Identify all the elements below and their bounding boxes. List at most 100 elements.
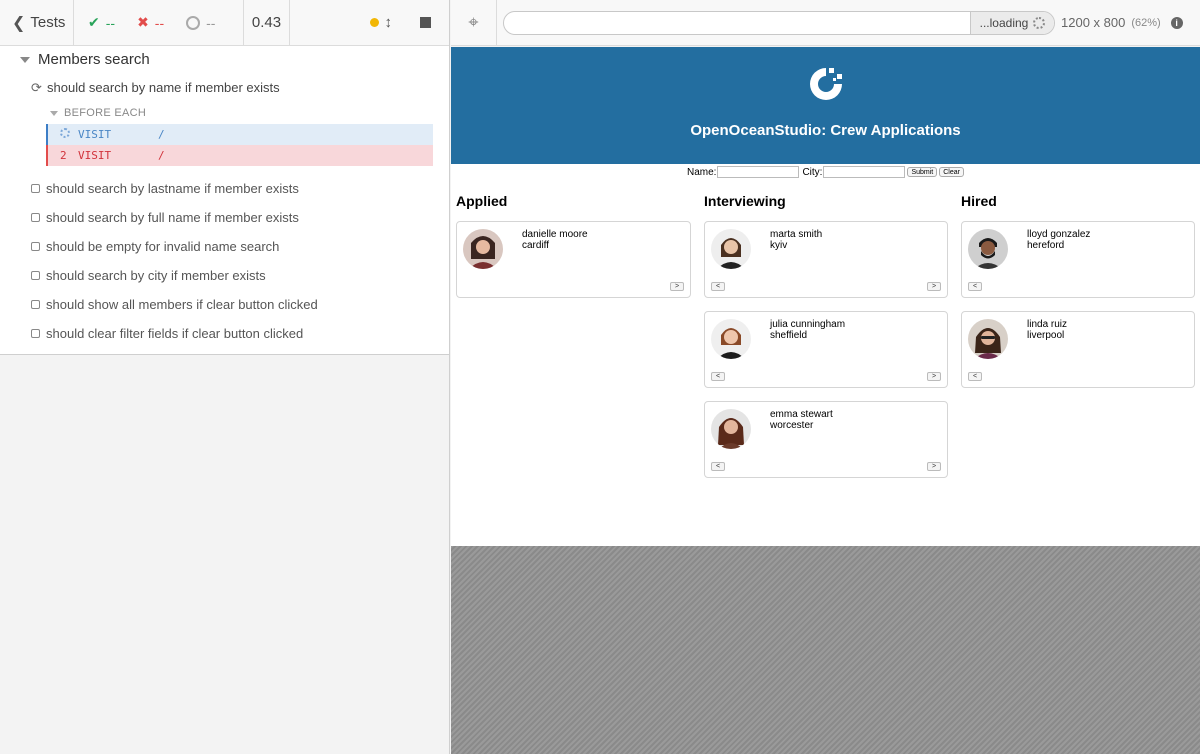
- filter-form: Name: City: Submit Clear: [451, 165, 1200, 179]
- test-title: should clear filter fields if clear butt…: [46, 326, 304, 341]
- command-arg: /: [158, 128, 165, 141]
- column-applied: Applied danielle moore cardiff >: [456, 193, 691, 311]
- member-name: julia cunningham: [770, 319, 846, 330]
- viewport-size: 1200 x 800: [1061, 15, 1126, 30]
- passed-stat: ✔ --: [88, 14, 115, 31]
- move-right-button[interactable]: >: [670, 282, 684, 291]
- column-title: Interviewing: [704, 193, 786, 209]
- column-title: Hired: [961, 193, 997, 209]
- move-left-button[interactable]: <: [968, 372, 982, 381]
- run-controls: ↕: [290, 0, 449, 46]
- suite-block: Members search ⟳ should search by name i…: [0, 46, 449, 355]
- move-right-button[interactable]: >: [927, 282, 941, 291]
- test-title: should show all members if clear button …: [46, 297, 318, 312]
- command-row[interactable]: VISIT /: [46, 124, 433, 145]
- test-item[interactable]: should search by lastname if member exis…: [0, 174, 449, 203]
- city-field[interactable]: [823, 166, 906, 178]
- move-left-button[interactable]: <: [711, 282, 725, 291]
- member-card: danielle moore cardiff >: [456, 221, 691, 298]
- tests-button[interactable]: ❮ Tests: [0, 0, 74, 46]
- suite-title[interactable]: Members search: [0, 46, 449, 73]
- app-title: OpenOceanStudio: Crew Applications: [690, 122, 961, 139]
- before-each-hook[interactable]: BEFORE EACH: [0, 102, 449, 124]
- member-info: linda ruiz liverpool: [1027, 319, 1067, 341]
- autoscroll-toggle[interactable]: ↕: [369, 14, 392, 31]
- name-field[interactable]: [717, 166, 800, 178]
- pending-box-icon: [31, 329, 40, 338]
- avatar: [463, 229, 503, 269]
- loading-spinner-icon: [1033, 16, 1046, 29]
- move-right-button[interactable]: >: [927, 462, 941, 471]
- command-number: 2: [60, 149, 67, 162]
- column-hired: Hired lloyd gonzalez hereford < linda ru…: [961, 193, 1195, 401]
- column-interviewing: Interviewing marta smith kyiv < > julia …: [704, 193, 948, 491]
- test-item[interactable]: should be empty for invalid name search: [0, 232, 449, 261]
- avatar: [711, 319, 751, 359]
- selector-playground-button[interactable]: ⌖: [451, 0, 497, 46]
- member-city: hereford: [1027, 240, 1065, 251]
- loading-indicator: ...loading: [970, 11, 1054, 34]
- duration: 0.43: [244, 0, 290, 46]
- move-right-button[interactable]: >: [927, 372, 941, 381]
- member-city: sheffield: [770, 330, 808, 341]
- chevron-left-icon: ❮: [12, 14, 26, 32]
- member-city: liverpool: [1027, 330, 1065, 341]
- test-item[interactable]: should clear filter fields if clear butt…: [0, 319, 449, 348]
- city-label: City:: [802, 166, 823, 178]
- url-input[interactable]: [504, 11, 970, 34]
- viewport-info[interactable]: 1200 x 800 (62%) i: [1061, 15, 1183, 30]
- test-item[interactable]: should show all members if clear button …: [0, 290, 449, 319]
- member-info: julia cunningham sheffield: [770, 319, 845, 341]
- app-under-test-panel: ⌖ ...loading 1200 x 800 (62%) i OpenOcea…: [451, 0, 1200, 754]
- member-info: lloyd gonzalez hereford: [1027, 229, 1090, 251]
- test-title: should be empty for invalid name search: [46, 239, 280, 254]
- hook-label: BEFORE EACH: [64, 107, 147, 119]
- pending-count: --: [206, 14, 216, 31]
- pending-circle-icon: [186, 15, 201, 30]
- viewport-backdrop: [451, 546, 1200, 754]
- avatar: [711, 409, 751, 449]
- reporter-header: ❮ Tests ✔ -- ✖ -- -- 0.43 ↕: [0, 0, 449, 46]
- avatar: [968, 229, 1008, 269]
- viewport-scale: (62%): [1131, 16, 1161, 29]
- member-city: kyiv: [770, 240, 788, 251]
- move-left-button[interactable]: <: [711, 372, 725, 381]
- pending-box-icon: [31, 213, 40, 222]
- loading-spinner-icon: [60, 128, 70, 138]
- failed-count: --: [154, 14, 165, 31]
- app-banner: OpenOceanStudio: Crew Applications: [451, 47, 1200, 164]
- reporter-panel: ❮ Tests ✔ -- ✖ -- -- 0.43 ↕ Members sear…: [0, 0, 450, 754]
- test-title: should search by lastname if member exis…: [46, 181, 299, 196]
- clear-button[interactable]: Clear: [939, 167, 964, 177]
- test-item[interactable]: should search by full name if member exi…: [0, 203, 449, 232]
- member-city: cardiff: [522, 240, 550, 251]
- member-card: marta smith kyiv < >: [704, 221, 948, 298]
- loading-label: ...loading: [979, 15, 1029, 30]
- collapse-triangle-icon: [50, 110, 58, 116]
- column-title: Applied: [456, 193, 508, 209]
- test-title: should search by city if member exists: [46, 268, 266, 283]
- stop-icon[interactable]: [420, 17, 431, 28]
- collapse-triangle-icon: [20, 56, 30, 63]
- submit-button[interactable]: Submit: [907, 167, 938, 177]
- member-card: emma stewart worcester < >: [704, 401, 948, 478]
- command-row[interactable]: 2 VISIT /: [46, 145, 433, 166]
- command-number: [48, 128, 78, 141]
- tests-list: should search by lastname if member exis…: [0, 174, 449, 348]
- move-left-button[interactable]: <: [711, 462, 725, 471]
- member-name: marta smith: [770, 229, 823, 240]
- pending-box-icon: [31, 271, 40, 280]
- test-item[interactable]: should search by city if member exists: [0, 261, 449, 290]
- running-test[interactable]: ⟳ should search by name if member exists: [0, 73, 449, 102]
- tests-label: Tests: [30, 14, 66, 31]
- running-test-title: should search by name if member exists: [47, 80, 280, 95]
- member-name: linda ruiz: [1027, 319, 1068, 330]
- member-info: emma stewart worcester: [770, 409, 833, 431]
- move-left-button[interactable]: <: [968, 282, 982, 291]
- member-card: julia cunningham sheffield < >: [704, 311, 948, 388]
- member-name: danielle moore: [522, 229, 588, 240]
- command-name: VISIT: [78, 149, 112, 162]
- crosshair-icon: ⌖: [468, 12, 479, 32]
- stats-bar: ✔ -- ✖ -- --: [74, 0, 244, 46]
- passed-count: --: [105, 14, 116, 31]
